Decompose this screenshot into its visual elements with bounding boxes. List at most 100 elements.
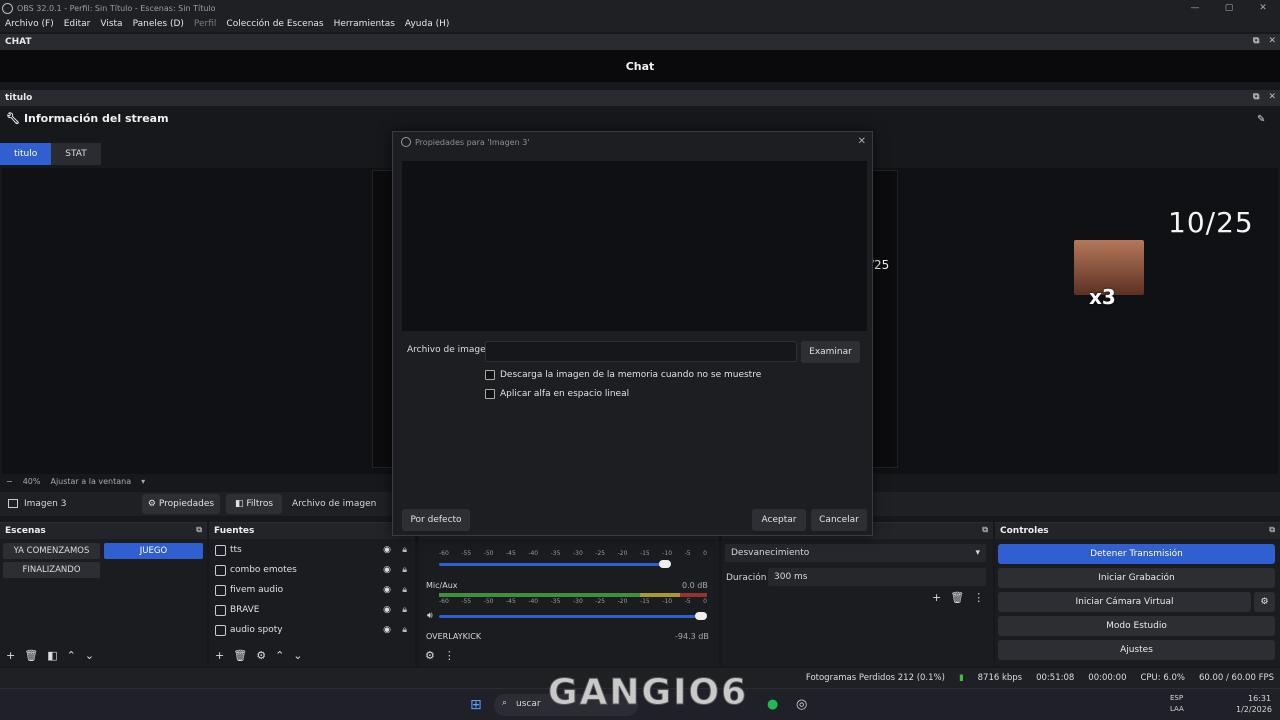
trash-icon[interactable]: 🗑︎ — [950, 591, 964, 604]
filters-button[interactable]: ◧ Filtros — [226, 494, 282, 514]
stream-info-heading: 🔧︎ Información del stream — [6, 112, 169, 125]
source-name: audio spoty — [230, 625, 283, 635]
zoom-fit[interactable]: Ajustar a la ventana — [50, 477, 131, 486]
float-icon[interactable]: ⧉ — [1269, 525, 1275, 535]
record-time: 00:00:00 — [1088, 673, 1127, 683]
source-item[interactable]: audio spoty ◉ 🔒︎ — [215, 621, 411, 639]
chevron-down-icon[interactable]: ▾ — [141, 477, 145, 486]
gear-icon[interactable]: ⚙ — [1254, 592, 1275, 612]
eye-icon[interactable]: ◉ — [383, 605, 391, 615]
float-icon[interactable]: ⧉ — [1253, 92, 1259, 102]
unload-checkbox-row[interactable]: Descarga la imagen de la memoria cuando … — [485, 370, 761, 380]
chevron-down-icon[interactable]: ⌄ — [85, 649, 94, 662]
spotify-icon[interactable]: ● — [767, 697, 778, 712]
eye-icon[interactable]: ◉ — [383, 585, 391, 595]
close-icon[interactable]: ✕ — [858, 136, 866, 147]
accept-button[interactable]: Aceptar — [752, 509, 806, 531]
clock[interactable]: 16:31 — [1248, 694, 1271, 703]
windows-start-icon[interactable]: ⊞ — [470, 697, 482, 713]
image-file-input[interactable] — [485, 341, 797, 362]
defaults-button[interactable]: Por defecto — [402, 509, 470, 531]
add-icon[interactable]: + — [6, 649, 15, 662]
speaker-icon[interactable]: 🔊︎ — [427, 611, 433, 621]
date[interactable]: 1/2/2026 — [1236, 705, 1272, 714]
menu-vista[interactable]: Vista — [95, 19, 127, 29]
float-icon[interactable]: ⧉ — [1253, 36, 1259, 46]
lock-icon[interactable]: 🔒︎ — [402, 585, 407, 595]
tab-titulo[interactable]: titulo — [0, 143, 52, 165]
transition-type: Desvanecimiento — [731, 548, 810, 558]
titulo-dock-header: titulo ⧉ ✕ — [0, 90, 1280, 106]
float-icon[interactable]: ⧉ — [982, 525, 988, 535]
filters-icon[interactable]: ◧ — [47, 649, 57, 662]
mixer-settings-icon[interactable]: ⚙ — [425, 649, 435, 662]
minimize-icon[interactable]: — — [1178, 0, 1212, 16]
cancel-button[interactable]: Cancelar — [811, 509, 867, 531]
source-item[interactable]: tts ◉ 🔒︎ — [215, 541, 411, 559]
edit-icon[interactable]: ✎ — [1257, 114, 1265, 125]
volume-slider[interactable] — [439, 560, 671, 568]
obs-taskbar-icon[interactable]: ◎ — [796, 697, 807, 712]
zoom-out-icon[interactable]: − — [6, 477, 13, 486]
more-icon[interactable]: ⋮ — [973, 591, 984, 604]
close-icon[interactable]: ✕ — [1268, 92, 1276, 102]
unload-checkbox[interactable] — [485, 370, 495, 380]
menu-archivo[interactable]: Archivo (F) — [0, 19, 59, 29]
lang-layout[interactable]: LAA — [1170, 705, 1184, 713]
source-name: fivem audio — [230, 585, 284, 595]
scale-tick: -20 — [617, 598, 628, 605]
chevron-up-icon[interactable]: ⌃ — [275, 649, 284, 662]
menu-editar[interactable]: Editar — [59, 19, 96, 29]
add-icon[interactable]: + — [932, 591, 941, 604]
menu-herramientas[interactable]: Herramientas — [329, 19, 400, 29]
scene-item[interactable]: YA COMENZAMOS — [3, 543, 100, 559]
source-item[interactable]: fivem audio ◉ 🔒︎ — [215, 581, 411, 599]
lock-icon[interactable]: 🔒︎ — [402, 545, 407, 555]
menu-paneles[interactable]: Paneles (D) — [128, 19, 189, 29]
chevron-up-icon[interactable]: ⌃ — [67, 649, 76, 662]
menu-coleccion[interactable]: Colección de Escenas — [221, 19, 328, 29]
close-icon[interactable]: ✕ — [1246, 0, 1280, 16]
eye-icon[interactable]: ◉ — [383, 625, 391, 635]
lock-icon[interactable]: 🔒︎ — [402, 625, 407, 635]
properties-button[interactable]: ⚙ Propiedades — [142, 494, 220, 514]
scale-tick: -25 — [595, 598, 606, 605]
studio-mode-button[interactable]: Modo Estudio — [998, 616, 1275, 636]
titulo-dock-title: titulo — [5, 93, 33, 103]
stop-stream-button[interactable]: Detener Transmisión — [998, 544, 1275, 564]
eye-icon[interactable]: ◉ — [383, 565, 391, 575]
lang-indicator[interactable]: ESP — [1170, 694, 1183, 702]
source-item[interactable]: combo emotes ◉ 🔒︎ — [215, 561, 411, 579]
add-icon[interactable]: + — [215, 649, 224, 662]
gear-icon[interactable]: ⚙ — [256, 649, 266, 662]
eye-icon[interactable]: ◉ — [383, 545, 391, 555]
start-virtual-camera-button[interactable]: Iniciar Cámara Virtual — [998, 592, 1251, 612]
volume-slider[interactable] — [439, 612, 707, 620]
trash-icon[interactable]: 🗑︎ — [24, 649, 38, 662]
tab-stat[interactable]: STAT — [51, 143, 101, 165]
menu-perfil[interactable]: Perfil — [189, 19, 222, 29]
lock-icon[interactable]: 🔒︎ — [402, 565, 407, 575]
linear-alpha-checkbox-row[interactable]: Aplicar alfa en espacio lineal — [485, 389, 629, 399]
browse-button[interactable]: Examinar — [801, 341, 860, 363]
trash-icon[interactable]: 🗑︎ — [233, 649, 247, 662]
bitrate: 8716 kbps — [977, 673, 1023, 683]
lock-icon[interactable]: 🔒︎ — [402, 605, 407, 615]
start-recording-button[interactable]: Iniciar Grabación — [998, 568, 1275, 588]
close-icon[interactable]: ✕ — [1268, 36, 1276, 46]
float-icon[interactable]: ⧉ — [196, 525, 202, 535]
chevron-down-icon[interactable]: ⌄ — [293, 649, 302, 662]
scene-item[interactable]: FINALIZANDO — [3, 562, 100, 578]
linear-alpha-checkbox[interactable] — [485, 389, 495, 399]
source-type-label: Archivo de imagen — [292, 499, 377, 509]
transition-select[interactable]: Desvanecimiento ▾ — [725, 544, 986, 562]
source-item[interactable]: BRAVE ◉ 🔒︎ — [215, 601, 411, 619]
settings-button[interactable]: Ajustes — [998, 640, 1275, 660]
properties-dialog: Propiedades para 'Imagen 3' ✕ Archivo de… — [392, 131, 873, 536]
more-icon[interactable]: ⋮ — [444, 649, 455, 662]
duration-input[interactable]: 300 ms — [768, 568, 986, 586]
menu-ayuda[interactable]: Ayuda (H) — [400, 19, 454, 29]
scene-item[interactable]: JUEGO — [104, 543, 203, 559]
maximize-icon[interactable]: ▢ — [1212, 0, 1246, 16]
meter-scale: -60 -55 -50 -45 -40 -35 -30 -25 -20 -15 -10 -5 0 — [439, 598, 707, 605]
